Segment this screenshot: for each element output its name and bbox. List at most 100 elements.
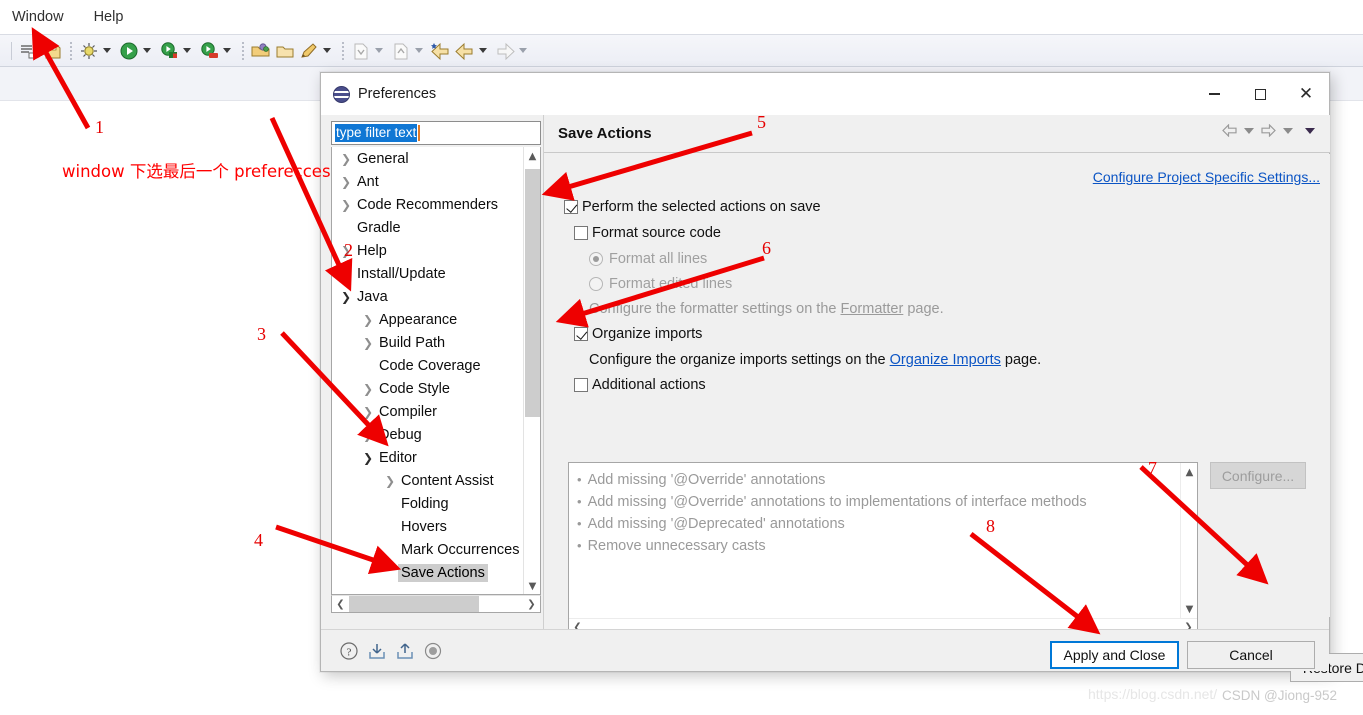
forward-arrow-icon[interactable] bbox=[1261, 123, 1276, 138]
apply-and-close-button[interactable]: Apply and Close bbox=[1050, 641, 1179, 669]
view-menu-icon[interactable] bbox=[1305, 127, 1315, 134]
previous-edit-dropdown-arrow[interactable] bbox=[375, 48, 383, 53]
tree-item-compiler[interactable]: ❯ Compiler bbox=[332, 400, 525, 423]
tree-item-install-update[interactable]: ❯ Install/Update bbox=[332, 262, 525, 285]
tree-item-code-coverage[interactable]: Code Coverage bbox=[332, 354, 525, 377]
help-icon[interactable]: ? bbox=[339, 641, 359, 661]
maximize-button[interactable] bbox=[1237, 73, 1283, 115]
dialog-footer: ? Apply and Close Cancel bbox=[321, 629, 1329, 671]
chevron-right-icon[interactable]: ❯ bbox=[338, 267, 354, 281]
run-external-tools-icon[interactable] bbox=[158, 40, 180, 62]
chevron-right-icon[interactable]: ❯ bbox=[360, 336, 376, 350]
additional-actions-checkbox[interactable] bbox=[574, 378, 588, 392]
organize-imports-checkbox-row[interactable]: Organize imports bbox=[574, 326, 702, 342]
chevron-right-icon[interactable]: ❯ bbox=[360, 382, 376, 396]
chevron-right-icon[interactable]: ❯ bbox=[338, 198, 354, 212]
format-source-checkbox[interactable] bbox=[574, 226, 588, 240]
forward-dropdown-arrow[interactable] bbox=[519, 48, 527, 53]
close-button[interactable]: ✕ bbox=[1283, 73, 1329, 115]
chevron-down-icon[interactable]: ❯ bbox=[338, 290, 354, 304]
chevron-right-icon[interactable]: ❯ bbox=[338, 152, 354, 166]
menu-item-help[interactable]: Help bbox=[90, 7, 128, 27]
scroll-up-icon[interactable]: ▲ bbox=[1181, 463, 1198, 481]
chevron-right-icon[interactable]: ❯ bbox=[360, 313, 376, 327]
scrollbar-thumb[interactable] bbox=[349, 596, 479, 612]
new-wizard-icon[interactable] bbox=[18, 40, 40, 62]
configure-project-specific-settings-link[interactable]: Configure Project Specific Settings... bbox=[1093, 169, 1320, 185]
formatter-link[interactable]: Formatter bbox=[840, 301, 903, 317]
cancel-button[interactable]: Cancel bbox=[1187, 641, 1315, 669]
format-all-lines-radio-row[interactable]: Format all lines bbox=[589, 251, 707, 267]
filter-input[interactable]: type filter text bbox=[331, 121, 541, 145]
scrollbar-track[interactable] bbox=[479, 596, 523, 612]
tree-item-hovers[interactable]: Hovers bbox=[332, 515, 525, 538]
back-arrow-icon[interactable] bbox=[1222, 123, 1237, 138]
import-icon[interactable] bbox=[367, 641, 387, 661]
forward-dropdown-icon[interactable] bbox=[1283, 127, 1293, 134]
scroll-right-icon[interactable]: ❯ bbox=[523, 596, 540, 612]
menu-item-window[interactable]: Window bbox=[8, 7, 68, 27]
debug-dropdown-arrow[interactable] bbox=[103, 48, 111, 53]
scroll-up-icon[interactable]: ▲ bbox=[524, 147, 540, 165]
additional-actions-checkbox-row[interactable]: Additional actions bbox=[574, 377, 706, 393]
run-server-icon[interactable] bbox=[198, 40, 220, 62]
chevron-right-icon[interactable]: ❯ bbox=[338, 175, 354, 189]
tree-item-build-path[interactable]: ❯ Build Path bbox=[332, 331, 525, 354]
export-icon[interactable] bbox=[395, 641, 415, 661]
back-dropdown-icon[interactable] bbox=[1244, 127, 1254, 134]
back-icon[interactable] bbox=[454, 40, 476, 62]
tree-item-ant[interactable]: ❯ Ant bbox=[332, 170, 525, 193]
bullet-icon: • bbox=[577, 494, 582, 509]
tree-item-save-actions[interactable]: Save Actions bbox=[332, 561, 525, 584]
organize-imports-link[interactable]: Organize Imports bbox=[890, 352, 1001, 368]
svg-text:?: ? bbox=[347, 647, 352, 659]
tree-item-general[interactable]: ❯ General bbox=[332, 147, 525, 170]
external-tools-dropdown-arrow[interactable] bbox=[183, 48, 191, 53]
chevron-right-icon[interactable]: ❯ bbox=[360, 405, 376, 419]
tree-item-appearance[interactable]: ❯ Appearance bbox=[332, 308, 525, 331]
perform-on-save-checkbox-row[interactable]: Perform the selected actions on save bbox=[564, 199, 821, 215]
chevron-right-icon[interactable]: ❯ bbox=[360, 428, 376, 442]
server-dropdown-arrow[interactable] bbox=[223, 48, 231, 53]
debug-icon[interactable] bbox=[78, 40, 100, 62]
chevron-down-icon[interactable]: ❯ bbox=[360, 451, 376, 465]
tree-item-gradle[interactable]: Gradle bbox=[332, 216, 525, 239]
back-dropdown-arrow[interactable] bbox=[479, 48, 487, 53]
minimize-button[interactable] bbox=[1191, 73, 1237, 115]
tree-item-code-recommenders[interactable]: ❯ Code Recommenders bbox=[332, 193, 525, 216]
format-edited-lines-radio[interactable] bbox=[589, 277, 603, 291]
new-class-dropdown-arrow[interactable] bbox=[323, 48, 331, 53]
tree-item-debug[interactable]: ❯ Debug bbox=[332, 423, 525, 446]
tree-item-mark-occurrences[interactable]: Mark Occurrences bbox=[332, 538, 525, 561]
list-vertical-scrollbar[interactable]: ▲ ▼ bbox=[1180, 463, 1197, 618]
chevron-right-icon[interactable]: ❯ bbox=[382, 474, 398, 488]
tree-item-code-style[interactable]: ❯ Code Style bbox=[332, 377, 525, 400]
preferences-tree[interactable]: ❯ General ❯ Ant ❯ Code Recommenders Gradle … bbox=[331, 147, 541, 595]
scroll-down-icon[interactable]: ▼ bbox=[1181, 600, 1198, 618]
scroll-down-icon[interactable]: ▼ bbox=[524, 577, 540, 594]
format-edited-lines-radio-row[interactable]: Format edited lines bbox=[589, 276, 732, 292]
tree-item-editor[interactable]: ❯ Editor bbox=[332, 446, 525, 469]
additional-actions-list[interactable]: • Add missing '@Override' annotations • Ad… bbox=[568, 462, 1198, 637]
organize-imports-checkbox[interactable] bbox=[574, 327, 588, 341]
back-star-icon[interactable] bbox=[430, 40, 452, 62]
new-java-class-icon[interactable] bbox=[298, 40, 320, 62]
run-icon[interactable] bbox=[118, 40, 140, 62]
tree-item-java[interactable]: ❯ Java bbox=[332, 285, 525, 308]
configure-button[interactable]: Configure... bbox=[1210, 462, 1306, 489]
tree-item-folding[interactable]: Folding bbox=[332, 492, 525, 515]
perform-on-save-checkbox[interactable] bbox=[564, 200, 578, 214]
tree-horizontal-scrollbar[interactable]: ❮ ❯ bbox=[331, 595, 541, 613]
tree-vertical-scrollbar[interactable]: ▲ ▼ bbox=[523, 147, 540, 594]
run-dropdown-arrow[interactable] bbox=[143, 48, 151, 53]
open-type-icon[interactable] bbox=[250, 40, 272, 62]
save-icon[interactable] bbox=[42, 40, 64, 62]
format-source-checkbox-row[interactable]: Format source code bbox=[574, 225, 721, 241]
open-resource-icon[interactable] bbox=[274, 40, 296, 62]
scrollbar-thumb[interactable] bbox=[525, 169, 540, 417]
tree-item-content-assist[interactable]: ❯ Content Assist bbox=[332, 469, 525, 492]
next-edit-dropdown-arrow[interactable] bbox=[415, 48, 423, 53]
tree-item-help[interactable]: ❯ Help bbox=[332, 239, 525, 262]
format-all-lines-radio[interactable] bbox=[589, 252, 603, 266]
scroll-left-icon[interactable]: ❮ bbox=[332, 596, 349, 612]
